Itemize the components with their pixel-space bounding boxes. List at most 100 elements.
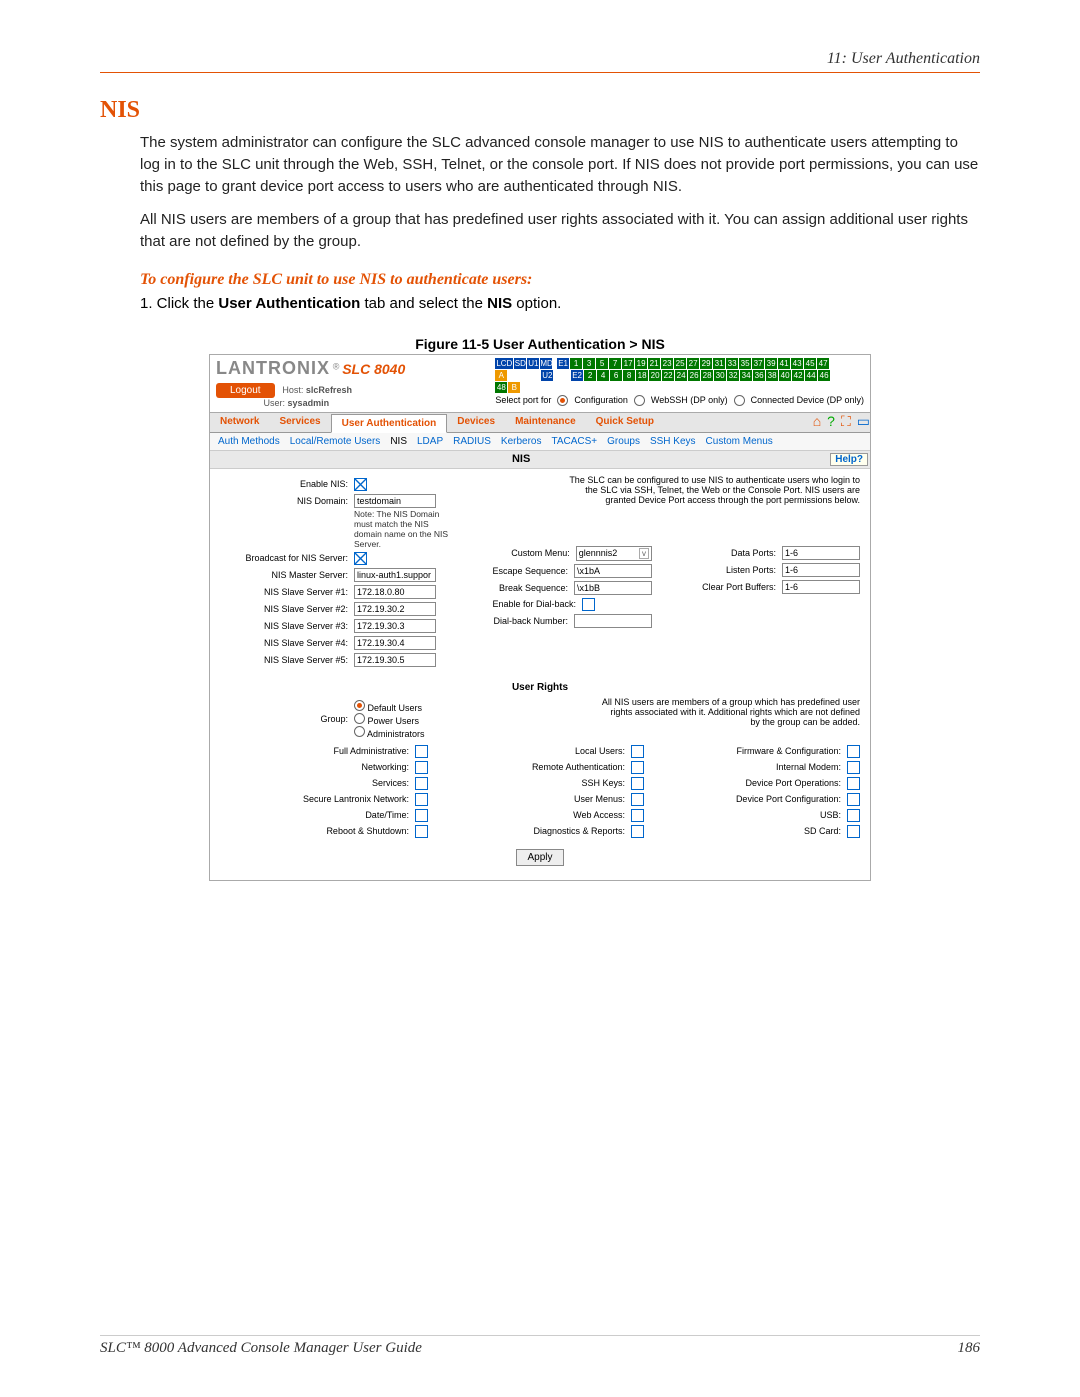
subtab-nis[interactable]: NIS: [390, 436, 407, 447]
port-23[interactable]: 23: [661, 358, 673, 369]
port-8[interactable]: 8: [623, 370, 635, 381]
radio-administrators[interactable]: [354, 726, 365, 737]
port-48[interactable]: 48: [495, 382, 507, 393]
port-40[interactable]: 40: [779, 370, 791, 381]
port-21[interactable]: 21: [648, 358, 660, 369]
port-35[interactable]: 35: [739, 358, 751, 369]
user-menus-checkbox[interactable]: [631, 793, 644, 806]
port-46[interactable]: 46: [818, 370, 830, 381]
port-36[interactable]: 36: [753, 370, 765, 381]
slave4-input[interactable]: [354, 636, 436, 650]
port-32[interactable]: 32: [727, 370, 739, 381]
port-20[interactable]: 20: [649, 370, 661, 381]
data-ports-input[interactable]: [782, 546, 860, 560]
port-25[interactable]: 25: [674, 358, 686, 369]
subtab-ldap[interactable]: LDAP: [417, 436, 443, 447]
port-30[interactable]: 30: [714, 370, 726, 381]
reboot-shutdown-checkbox[interactable]: [415, 825, 428, 838]
broadcast-checkbox[interactable]: [354, 552, 367, 565]
port-22[interactable]: 22: [662, 370, 674, 381]
subtab-tacacs[interactable]: TACACS+: [551, 436, 597, 447]
port-19[interactable]: 19: [635, 358, 647, 369]
port-45[interactable]: 45: [804, 358, 816, 369]
home-icon[interactable]: ⌂: [813, 413, 821, 432]
radio-default-users[interactable]: [354, 700, 365, 711]
subtab-radius[interactable]: RADIUS: [453, 436, 491, 447]
device-port-ops-checkbox[interactable]: [847, 777, 860, 790]
port-17[interactable]: 17: [622, 358, 634, 369]
dialback-enable-checkbox[interactable]: [582, 598, 595, 611]
port-grid[interactable]: LCD SD U1 MD E1 1 3 5 7 17 19 21 23 25 2…: [495, 358, 835, 393]
port-sd[interactable]: SD: [514, 358, 526, 369]
ssh-keys-checkbox[interactable]: [631, 777, 644, 790]
port-lcd[interactable]: LCD: [495, 358, 513, 369]
secure-lantronix-checkbox[interactable]: [415, 793, 428, 806]
tab-network[interactable]: Network: [210, 413, 269, 432]
port-4[interactable]: 4: [597, 370, 609, 381]
port-18[interactable]: 18: [636, 370, 648, 381]
port-29[interactable]: 29: [700, 358, 712, 369]
tab-maintenance[interactable]: Maintenance: [505, 413, 586, 432]
radio-configuration[interactable]: [557, 395, 568, 406]
subtab-custom-menus[interactable]: Custom Menus: [706, 436, 773, 447]
port-b[interactable]: B: [508, 382, 520, 393]
web-access-checkbox[interactable]: [631, 809, 644, 822]
break-seq-input[interactable]: [574, 581, 652, 595]
services-checkbox[interactable]: [415, 777, 428, 790]
custom-menu-dropdown[interactable]: glennnis2v: [576, 546, 652, 561]
port-28[interactable]: 28: [701, 370, 713, 381]
subtab-kerberos[interactable]: Kerberos: [501, 436, 542, 447]
tab-services[interactable]: Services: [269, 413, 330, 432]
port-38[interactable]: 38: [766, 370, 778, 381]
slave3-input[interactable]: [354, 619, 436, 633]
port-31[interactable]: 31: [713, 358, 725, 369]
tab-user-authentication[interactable]: User Authentication: [331, 414, 448, 433]
apply-button[interactable]: Apply: [516, 849, 563, 866]
subtab-groups[interactable]: Groups: [607, 436, 640, 447]
port-1[interactable]: 1: [570, 358, 582, 369]
tab-devices[interactable]: Devices: [447, 413, 505, 432]
remote-auth-checkbox[interactable]: [631, 761, 644, 774]
slave1-input[interactable]: [354, 585, 436, 599]
diagnostics-checkbox[interactable]: [631, 825, 644, 838]
port-24[interactable]: 24: [675, 370, 687, 381]
dialback-number-input[interactable]: [574, 614, 652, 628]
networking-checkbox[interactable]: [415, 761, 428, 774]
port-27[interactable]: 27: [687, 358, 699, 369]
slave5-input[interactable]: [354, 653, 436, 667]
port-2[interactable]: 2: [584, 370, 596, 381]
enable-nis-checkbox[interactable]: [354, 478, 367, 491]
port-39[interactable]: 39: [765, 358, 777, 369]
device-port-config-checkbox[interactable]: [847, 793, 860, 806]
port-6[interactable]: 6: [610, 370, 622, 381]
port-md[interactable]: MD: [540, 358, 552, 369]
full-admin-checkbox[interactable]: [415, 745, 428, 758]
logout-button[interactable]: Logout: [216, 383, 275, 398]
subtab-auth-methods[interactable]: Auth Methods: [218, 436, 280, 447]
escape-seq-input[interactable]: [574, 564, 652, 578]
slave2-input[interactable]: [354, 602, 436, 616]
radio-power-users[interactable]: [354, 713, 365, 724]
port-e1[interactable]: E1: [557, 358, 569, 369]
local-users-checkbox[interactable]: [631, 745, 644, 758]
port-43[interactable]: 43: [791, 358, 803, 369]
subtab-ssh-keys[interactable]: SSH Keys: [650, 436, 696, 447]
port-e2[interactable]: E2: [571, 370, 583, 381]
internal-modem-checkbox[interactable]: [847, 761, 860, 774]
port-a[interactable]: A: [495, 370, 507, 381]
listen-ports-input[interactable]: [782, 563, 860, 577]
expand-icon[interactable]: ⛶: [841, 413, 851, 432]
sd-card-checkbox[interactable]: [847, 825, 860, 838]
port-47[interactable]: 47: [817, 358, 829, 369]
usb-checkbox[interactable]: [847, 809, 860, 822]
port-3[interactable]: 3: [583, 358, 595, 369]
port-7[interactable]: 7: [609, 358, 621, 369]
port-44[interactable]: 44: [805, 370, 817, 381]
subtab-local-remote-users[interactable]: Local/Remote Users: [290, 436, 381, 447]
date-time-checkbox[interactable]: [415, 809, 428, 822]
firmware-config-checkbox[interactable]: [847, 745, 860, 758]
port-u2[interactable]: U2: [541, 370, 553, 381]
port-41[interactable]: 41: [778, 358, 790, 369]
help-icon[interactable]: ?: [827, 413, 835, 432]
tab-quick-setup[interactable]: Quick Setup: [586, 413, 664, 432]
